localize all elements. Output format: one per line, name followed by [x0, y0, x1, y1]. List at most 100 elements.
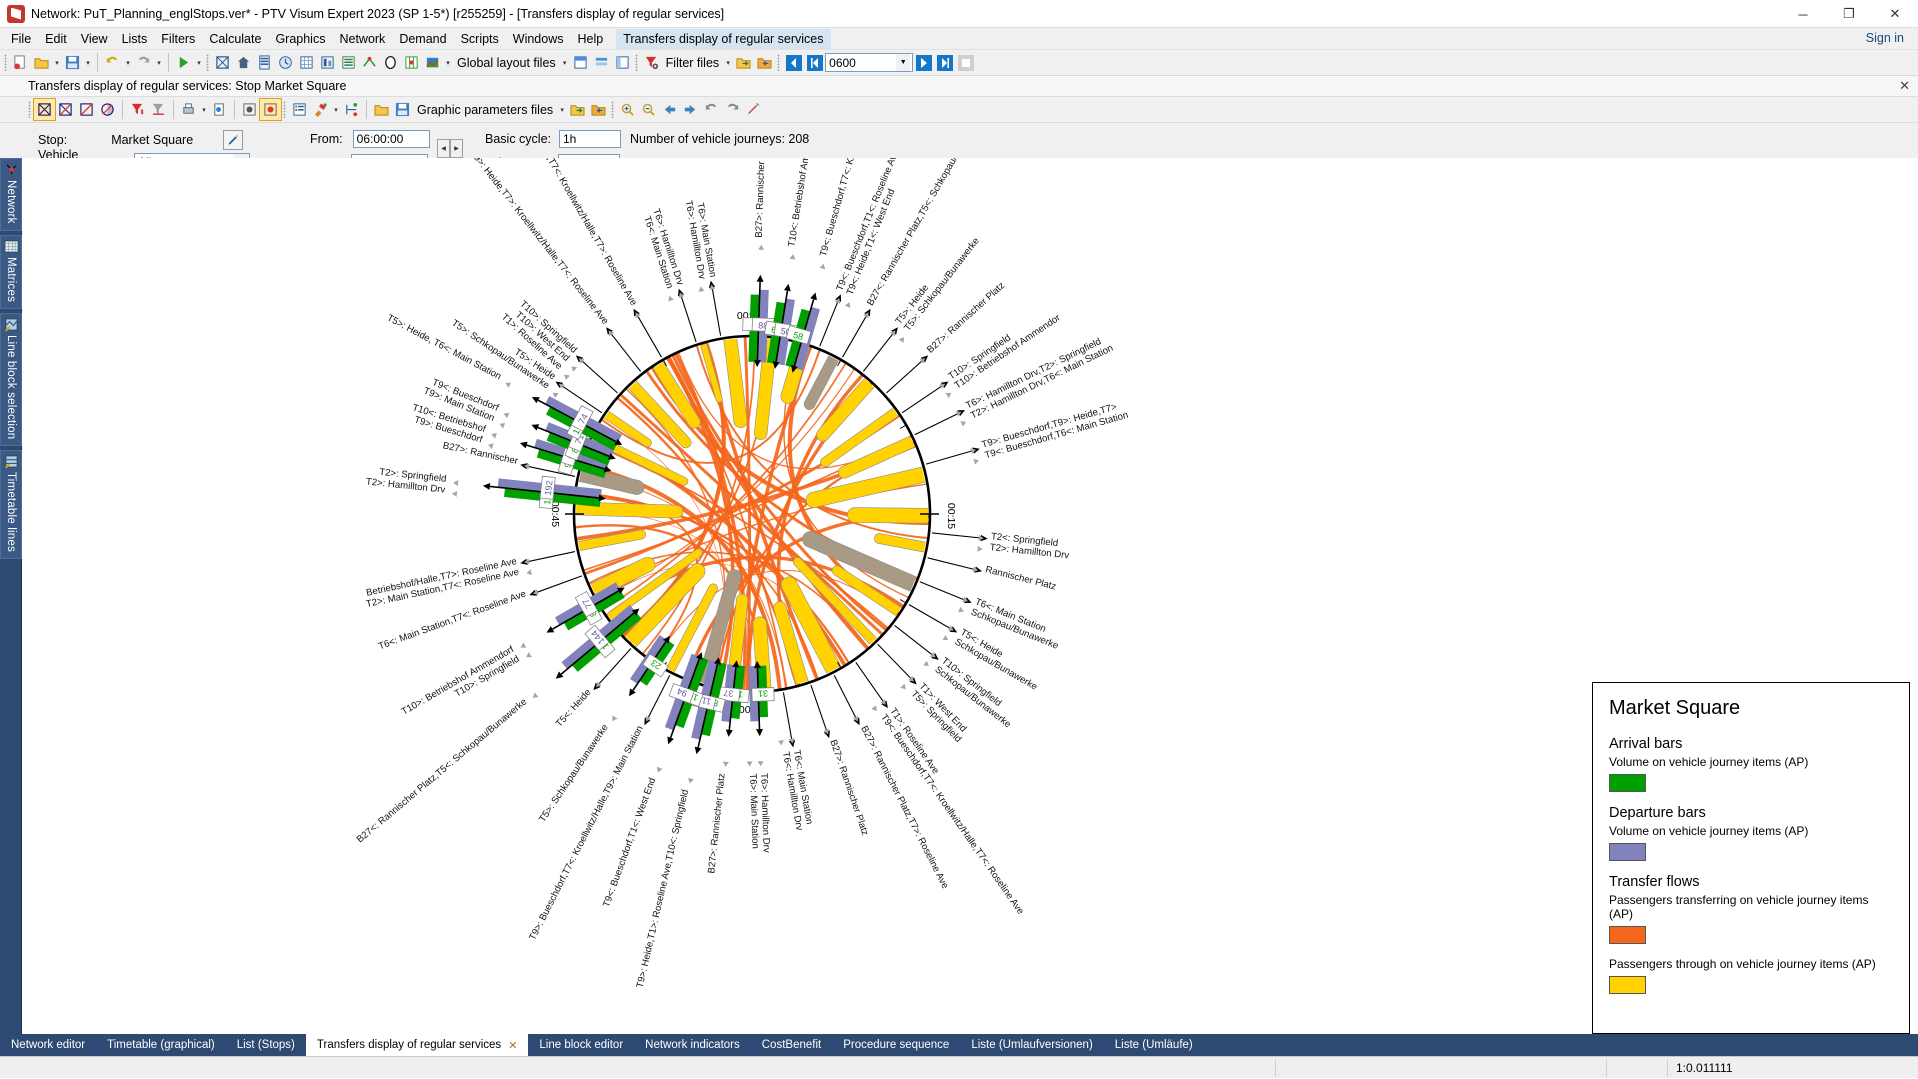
close-button[interactable]: ✕ — [1872, 0, 1918, 28]
time-interval-combo[interactable]: 0600 ▼ — [825, 53, 913, 72]
sidebar-item-line-block-selection[interactable]: Line block selection — [0, 313, 22, 446]
chevron-down-icon[interactable]: ▼ — [896, 54, 910, 71]
filter-export-icon[interactable] — [733, 52, 754, 73]
clock-icon[interactable] — [275, 52, 296, 73]
tab-network-indicators[interactable]: Network indicators — [634, 1034, 751, 1056]
sidebar-item-network[interactable]: Network — [0, 158, 22, 231]
pan-left-icon[interactable] — [659, 99, 680, 120]
tab-line-block-editor[interactable]: Line block editor — [528, 1034, 634, 1056]
time-spin-down-button[interactable]: ◀ — [437, 139, 450, 158]
sidebar-item-matrices[interactable]: Matrices — [0, 235, 22, 309]
tab-network-editor[interactable]: Network editor — [0, 1034, 96, 1056]
undo-dropdown-icon[interactable]: ▾ — [123, 52, 133, 73]
menu-item-network[interactable]: Network — [332, 30, 392, 48]
undo-icon[interactable] — [102, 52, 123, 73]
open-params-icon[interactable] — [371, 99, 392, 120]
filter-files-label[interactable]: Filter files — [662, 56, 723, 70]
play-interval-icon[interactable] — [913, 52, 934, 73]
matrix-icon[interactable] — [296, 52, 317, 73]
params-import-icon[interactable] — [588, 99, 609, 120]
list-icon[interactable] — [338, 52, 359, 73]
layout-columns-icon[interactable] — [612, 52, 633, 73]
save-params-icon[interactable] — [392, 99, 413, 120]
print-dropdown-icon[interactable]: ▾ — [199, 99, 209, 120]
toolbar-grip[interactable] — [28, 101, 31, 118]
minimize-button[interactable]: ─ — [1780, 0, 1826, 28]
from-time-input[interactable]: 06:00:00 — [353, 130, 430, 148]
filter-files-dropdown-icon[interactable]: ▾ — [723, 52, 733, 73]
sign-in-button[interactable]: Sign in — [1858, 29, 1912, 47]
zoom-area-icon[interactable] — [617, 99, 638, 120]
filter-off-icon[interactable] — [148, 99, 169, 120]
run-procedure-icon[interactable] — [173, 52, 194, 73]
stop-interval-icon[interactable] — [955, 52, 976, 73]
close-icon[interactable]: ✕ — [508, 1039, 517, 1052]
invert-selection-icon[interactable] — [76, 99, 97, 120]
save-version-dropdown-icon[interactable]: ▾ — [83, 52, 93, 73]
tab-procedure-sequence[interactable]: Procedure sequence — [832, 1034, 960, 1056]
layout-panel-icon[interactable] — [570, 52, 591, 73]
save-version-icon[interactable] — [62, 52, 83, 73]
menu-item-file[interactable]: File — [4, 30, 38, 48]
graphic-parameters-dropdown-icon[interactable]: ▾ — [557, 99, 567, 120]
tab-transfers-display[interactable]: Transfers display of regular services ✕ — [306, 1034, 529, 1056]
tab-list-stops[interactable]: List (Stops) — [226, 1034, 306, 1056]
menu-item-windows[interactable]: Windows — [506, 30, 571, 48]
basic-cycle-input[interactable]: 1h — [559, 130, 621, 148]
maximize-button[interactable]: ❐ — [1826, 0, 1872, 28]
half-selection-icon[interactable] — [97, 99, 118, 120]
filter-import-icon[interactable] — [754, 52, 775, 73]
toolbar-grip[interactable] — [635, 54, 638, 71]
menu-item-edit[interactable]: Edit — [38, 30, 74, 48]
menu-item-scripts[interactable]: Scripts — [454, 30, 506, 48]
chart-dropdown-icon[interactable]: ▾ — [443, 52, 453, 73]
legend-list-icon[interactable] — [289, 99, 310, 120]
toolbar-grip[interactable] — [777, 54, 780, 71]
tab-liste-umlaufversionen[interactable]: Liste (Umlaufversionen) — [960, 1034, 1103, 1056]
open-version-icon[interactable] — [31, 52, 52, 73]
print-icon[interactable] — [178, 99, 199, 120]
menu-item-help[interactable]: Help — [570, 30, 610, 48]
menu-item-demand[interactable]: Demand — [392, 30, 453, 48]
menu-item-lists[interactable]: Lists — [115, 30, 155, 48]
select-all-icon[interactable] — [34, 99, 55, 120]
time-spin-up-button[interactable]: ▶ — [450, 139, 463, 158]
close-icon[interactable]: ✕ — [1899, 78, 1910, 94]
timetable-icon[interactable] — [254, 52, 275, 73]
open-version-dropdown-icon[interactable]: ▾ — [52, 52, 62, 73]
lineroute-icon[interactable] — [359, 52, 380, 73]
menu-item-graphics[interactable]: Graphics — [268, 30, 332, 48]
new-network-icon[interactable] — [10, 52, 31, 73]
pan-right-icon[interactable] — [680, 99, 701, 120]
next-view-icon[interactable] — [722, 99, 743, 120]
menu-item-view[interactable]: View — [74, 30, 115, 48]
tab-costbenefit[interactable]: CostBenefit — [751, 1034, 832, 1056]
display-mode-2-icon[interactable] — [260, 99, 281, 120]
print-preview-icon[interactable] — [209, 99, 230, 120]
previous-view-icon[interactable] — [701, 99, 722, 120]
graphic-parameters-files-label[interactable]: Graphic parameters files — [413, 103, 557, 117]
sidebar-item-timetable-lines[interactable]: Timetable lines — [0, 450, 22, 559]
global-layout-dropdown-icon[interactable]: ▾ — [560, 52, 570, 73]
edit-graphic-icon[interactable] — [743, 99, 764, 120]
home-view-icon[interactable] — [233, 52, 254, 73]
run-procedure-dropdown-icon[interactable]: ▾ — [194, 52, 204, 73]
filter-settings-icon[interactable] — [641, 52, 662, 73]
toolbar-grip[interactable] — [206, 54, 209, 71]
layout-rows-icon[interactable] — [591, 52, 612, 73]
menu-item-calculate[interactable]: Calculate — [202, 30, 268, 48]
paint-dropdown-icon[interactable]: ▾ — [331, 99, 341, 120]
network-editor-icon[interactable] — [212, 52, 233, 73]
global-layout-files-label[interactable]: Global layout files — [453, 56, 560, 70]
next-interval-icon[interactable] — [934, 52, 955, 73]
toolbar-grip[interactable] — [611, 101, 614, 118]
grid-icon[interactable] — [401, 52, 422, 73]
display-mode-icon[interactable] — [239, 99, 260, 120]
filter-on-icon[interactable] — [127, 99, 148, 120]
column-icon[interactable] — [317, 52, 338, 73]
redo-icon[interactable] — [133, 52, 154, 73]
toolbar-grip[interactable] — [283, 101, 286, 118]
pencil-icon[interactable] — [223, 130, 243, 150]
deselect-icon[interactable] — [55, 99, 76, 120]
params-export-icon[interactable] — [567, 99, 588, 120]
